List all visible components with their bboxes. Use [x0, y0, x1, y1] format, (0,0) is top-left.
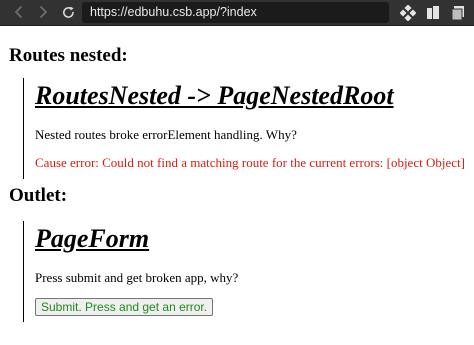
- outlet-block: PageForm Press submit and get broken app…: [23, 221, 470, 322]
- routes-nested-title: RoutesNested -> PageNestedRoot: [35, 81, 394, 110]
- address-bar[interactable]: https://edbuhu.csb.app/?index: [82, 2, 389, 23]
- extensions-icon: [400, 5, 416, 21]
- form: Submit. Press and get an error.: [35, 298, 470, 316]
- reload-button[interactable]: [59, 3, 77, 21]
- submit-button[interactable]: Submit. Press and get an error.: [35, 298, 214, 316]
- page-form-title: PageForm: [35, 224, 150, 253]
- routes-nested-block: RoutesNested -> PageNestedRoot Nested ro…: [23, 78, 470, 179]
- pages-icon: [451, 6, 464, 21]
- pages-button[interactable]: [448, 3, 468, 23]
- back-button[interactable]: [10, 3, 28, 21]
- page-content: Routes nested: RoutesNested -> PageNeste…: [0, 26, 474, 345]
- page-form-description: Press submit and get broken app, why?: [35, 270, 239, 285]
- chevron-left-icon: [15, 6, 22, 18]
- browser-window: https://edbuhu.csb.app/?index Routes nes: [0, 0, 474, 345]
- tabs-button[interactable]: [423, 3, 443, 23]
- reload-icon: [62, 6, 74, 18]
- tabs-icon: [427, 6, 439, 19]
- outlet-heading: Outlet:: [9, 185, 68, 206]
- browser-toolbar: https://edbuhu.csb.app/?index: [0, 0, 474, 26]
- forward-button[interactable]: [34, 3, 52, 21]
- chevron-right-icon: [40, 6, 47, 18]
- routes-nested-error: Cause error: Could not find a matching r…: [35, 155, 465, 170]
- extensions-button[interactable]: [398, 3, 418, 23]
- routes-nested-heading: Routes nested:: [9, 45, 128, 66]
- routes-nested-description: Nested routes broke errorElement handlin…: [35, 127, 297, 142]
